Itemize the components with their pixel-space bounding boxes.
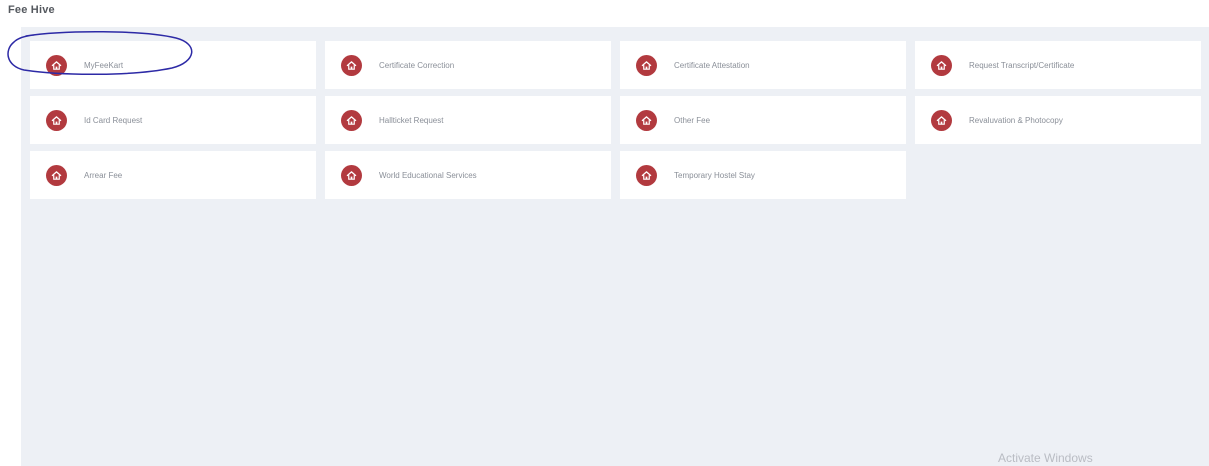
tile-hallticket-request[interactable]: Hallticket Request [325,96,611,144]
home-icon [341,164,362,186]
fee-tile-grid: MyFeeKart Certificate Correction Certifi… [30,41,1201,199]
top-bar: Fee Hive [0,0,1209,26]
tile-arrear-fee[interactable]: Arrear Fee [30,151,316,199]
home-icon [46,164,67,186]
tile-label: Revaluvation & Photocopy [969,115,1063,125]
home-icon [931,109,952,131]
home-icon [341,54,362,76]
home-icon [46,109,67,131]
home-icon [341,109,362,131]
tile-other-fee[interactable]: Other Fee [620,96,906,144]
tile-label: Id Card Request [84,115,143,125]
main-content: MyFeeKart Certificate Correction Certifi… [21,27,1209,466]
tile-certificate-correction[interactable]: Certificate Correction [325,41,611,89]
home-icon [636,54,657,76]
tile-label: Request Transcript/Certificate [969,60,1075,70]
tile-label: Certificate Attestation [674,60,750,70]
tile-id-card-request[interactable]: Id Card Request [30,96,316,144]
page: Fee Hive MyFeeKart Certificate Correctio… [0,0,1209,466]
tile-label: Certificate Correction [379,60,455,70]
tile-request-transcript-certificate[interactable]: Request Transcript/Certificate [915,41,1201,89]
tile-temporary-hostel-stay[interactable]: Temporary Hostel Stay [620,151,906,199]
tile-label: Temporary Hostel Stay [674,170,755,180]
tile-revaluvation-photocopy[interactable]: Revaluvation & Photocopy [915,96,1201,144]
activate-windows-watermark: Activate Windows [998,451,1093,465]
home-icon [636,109,657,131]
tile-label: Arrear Fee [84,170,123,180]
tile-label: Other Fee [674,115,711,125]
app-title: Fee Hive [8,4,55,16]
home-icon [636,164,657,186]
tile-certificate-attestation[interactable]: Certificate Attestation [620,41,906,89]
tile-label: Hallticket Request [379,115,444,125]
tile-world-educational-services[interactable]: World Educational Services [325,151,611,199]
home-icon [46,54,67,76]
home-icon [931,54,952,76]
tile-label: World Educational Services [379,170,477,180]
tile-label: MyFeeKart [84,60,124,70]
tile-myfeekart[interactable]: MyFeeKart [30,41,316,89]
